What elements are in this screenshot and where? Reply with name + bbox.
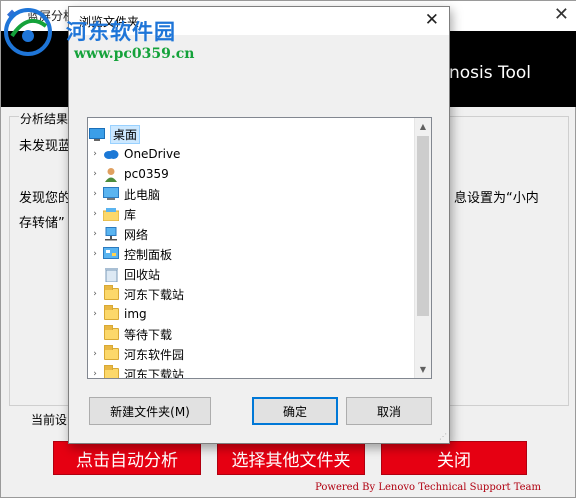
tree-item[interactable]: › 河东下载站	[88, 284, 184, 304]
expand-chevron-icon[interactable]: ›	[88, 229, 102, 239]
cancel-button[interactable]: 取消	[346, 397, 432, 425]
result-line-2-left: 发现您的	[19, 191, 72, 206]
expand-chevron-icon[interactable]: ›	[88, 349, 102, 359]
dialog-close-icon[interactable]: ✕	[425, 10, 439, 30]
result-line-1: 未发现蓝	[19, 139, 72, 154]
scroll-up-icon[interactable]: ▲	[415, 118, 431, 135]
user-icon	[102, 166, 120, 182]
current-setting-label: 当前设	[31, 413, 68, 427]
result-group-label: 分析结果	[19, 110, 70, 127]
tree-item-label: OneDrive	[124, 147, 181, 161]
tree-item[interactable]: › img	[88, 304, 147, 324]
tree-item[interactable]: › 控制面板	[88, 244, 172, 264]
tree-item-label: 回收站	[124, 267, 161, 282]
expand-chevron-icon[interactable]: ›	[88, 309, 102, 319]
tree-item-label: 桌面	[110, 124, 141, 144]
expand-chevron-icon[interactable]: ›	[88, 369, 102, 378]
computer-icon	[102, 186, 120, 202]
tree-item[interactable]: 回收站	[88, 264, 160, 284]
control-panel-icon	[102, 246, 120, 262]
recycle-bin-icon	[102, 266, 120, 282]
banner-text: nosis Tool	[448, 63, 531, 83]
tree-item-label: 河东下载站	[124, 287, 185, 302]
tree-item-label: 河东软件园	[124, 347, 185, 362]
result-line-3: 存转储”	[19, 216, 65, 231]
network-icon	[102, 226, 120, 242]
tree-item-label: 河东下载站	[124, 367, 185, 379]
ok-button[interactable]: 确定	[252, 397, 338, 425]
cloud-icon	[102, 146, 120, 162]
expand-chevron-icon[interactable]: ›	[88, 189, 102, 199]
expand-chevron-icon[interactable]: ›	[88, 169, 102, 179]
browse-folder-dialog: 浏览文件夹 ✕ › 河东下载站 › 河东软件园 等待下载 › img › 河东下载站 回收站 › 控制…	[68, 6, 450, 444]
new-folder-button[interactable]: 新建文件夹(M)	[89, 397, 211, 425]
folder-icon	[102, 345, 120, 362]
tree-item-label: 控制面板	[124, 247, 173, 262]
tree-item[interactable]: › 河东软件园	[88, 344, 184, 364]
scroll-thumb[interactable]	[417, 136, 429, 316]
expand-chevron-icon[interactable]: ›	[88, 149, 102, 159]
expand-chevron-icon[interactable]: ›	[88, 289, 102, 299]
tree-item-label: 库	[124, 207, 137, 222]
library-icon	[102, 206, 120, 222]
tree-item[interactable]: › 网络	[88, 224, 148, 244]
watermark-name: 河东软件园	[66, 20, 176, 44]
auto-analyze-button[interactable]: 点击自动分析	[53, 441, 201, 475]
tree-item[interactable]: › 河东下载站	[88, 364, 185, 379]
folder-icon	[102, 285, 120, 302]
expand-chevron-icon[interactable]: ›	[88, 209, 102, 219]
tree-item[interactable]: › 库	[88, 204, 136, 224]
tree-item-label: pc0359	[124, 167, 169, 181]
resize-grip-icon[interactable]: ⋰	[439, 432, 447, 441]
scroll-down-icon[interactable]: ▼	[415, 361, 431, 378]
folder-tree[interactable]: › 河东下载站 › 河东软件园 等待下载 › img › 河东下载站 回收站 › 控制面板 › 网络 › 库 ›…	[87, 117, 432, 379]
tree-item-label: img	[124, 307, 147, 321]
folder-icon	[102, 305, 120, 322]
app-close-icon[interactable]: ✕	[554, 4, 569, 25]
tree-item-label: 此电脑	[124, 187, 161, 202]
choose-folder-button[interactable]: 选择其他文件夹	[217, 441, 365, 475]
tree-scrollbar[interactable]: ▲ ▼	[414, 118, 431, 378]
tree-item[interactable]: 等待下载	[88, 324, 172, 344]
folder-icon	[102, 365, 120, 378]
tree-item[interactable]: › OneDrive	[88, 144, 180, 164]
desktop-icon	[88, 126, 106, 142]
tree-item-label: 网络	[124, 227, 149, 242]
tree-item[interactable]: › 此电脑	[88, 184, 160, 204]
close-button[interactable]: 关闭	[381, 441, 527, 475]
tree-item-label: 等待下载	[124, 327, 173, 342]
result-line-2-right: 息设置为“小内	[454, 191, 539, 206]
tree-item[interactable]: › pc0359	[88, 164, 169, 184]
watermark-url: www.pc0359.cn	[74, 46, 195, 62]
tree-item[interactable]: 桌面	[88, 124, 141, 144]
footer-text: Powered By Lenovo Technical Support Team	[315, 482, 541, 493]
folder-icon	[102, 325, 120, 342]
watermark-logo	[4, 8, 52, 56]
expand-chevron-icon[interactable]: ›	[88, 249, 102, 259]
